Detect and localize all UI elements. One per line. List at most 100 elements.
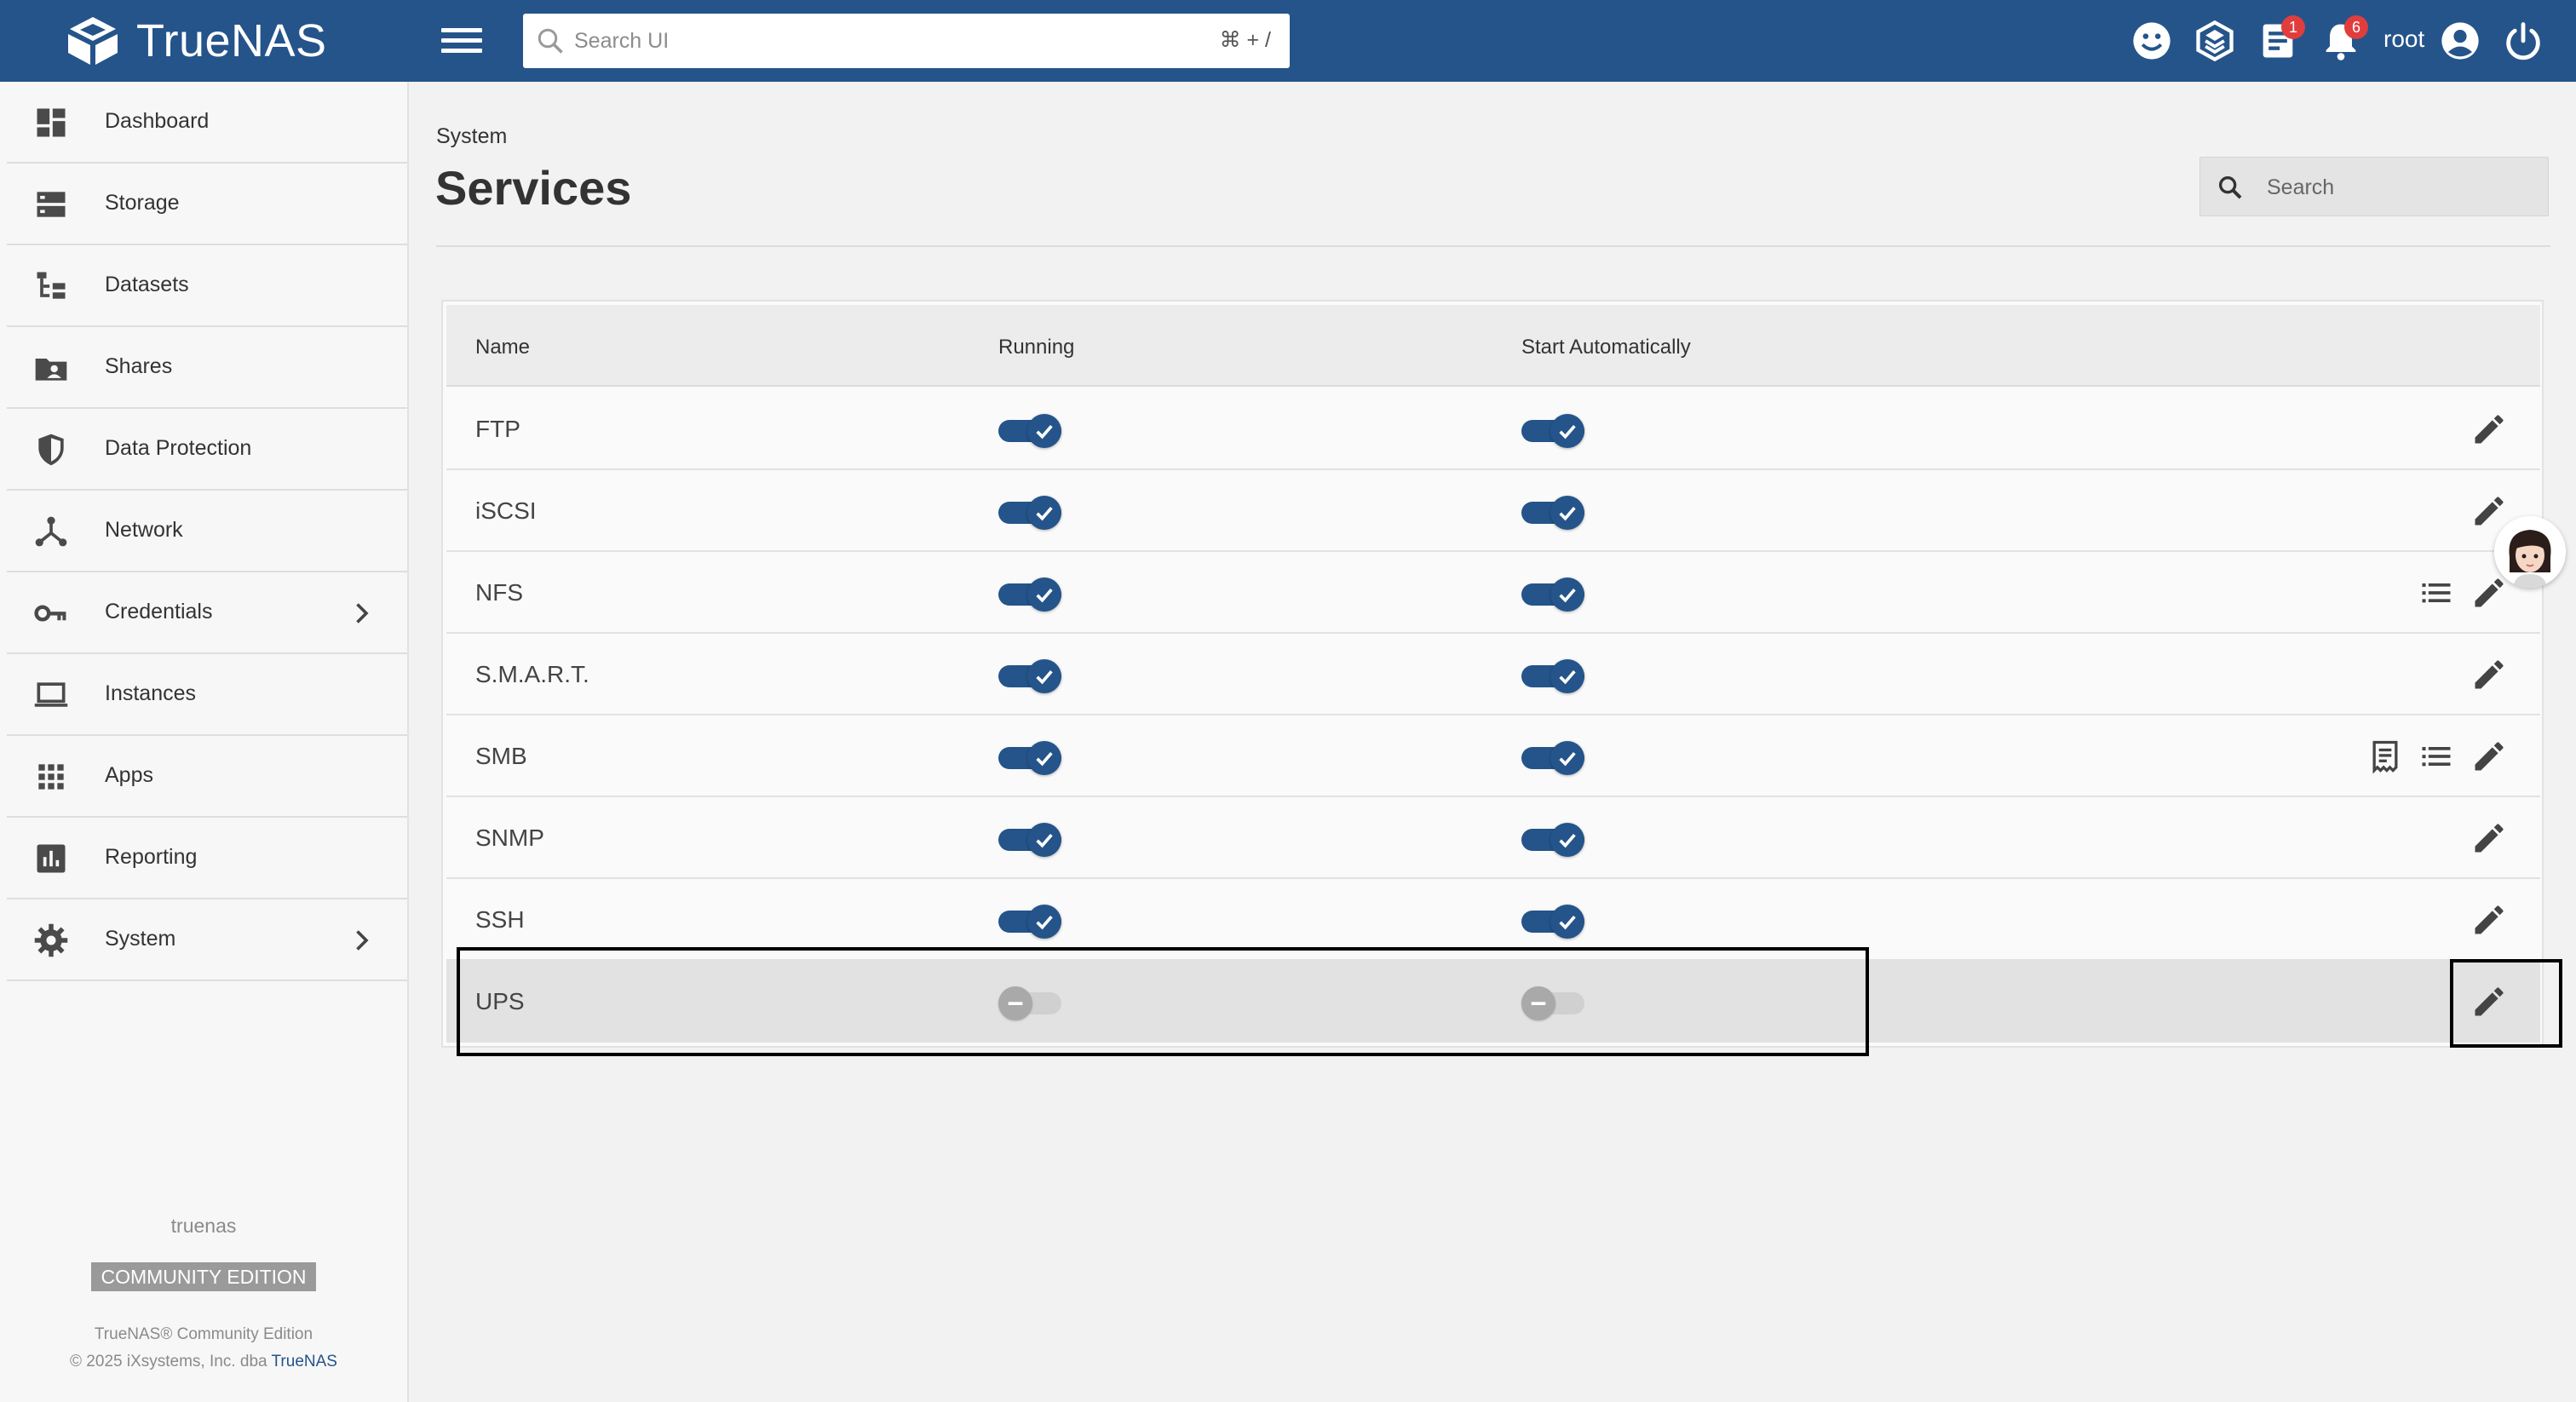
check-icon <box>1027 414 1061 448</box>
feedback-button[interactable] <box>2130 19 2174 63</box>
copyright-text: © 2025 iXsystems, Inc. dba <box>70 1353 272 1370</box>
column-header-name[interactable]: Name <box>475 336 530 359</box>
sidebar-item-label: Dashboard <box>105 109 210 133</box>
global-search-input[interactable] <box>574 22 1170 60</box>
breadcrumb[interactable]: System <box>436 124 507 149</box>
check-icon <box>1550 659 1584 693</box>
running-toggle[interactable] <box>998 577 1061 612</box>
edit-button[interactable] <box>2470 411 2508 448</box>
start-automatically-toggle[interactable] <box>1521 741 1584 775</box>
search-icon <box>538 28 563 54</box>
sidebar-item-datasets[interactable]: Datasets <box>7 245 407 327</box>
sessions-list-button[interactable] <box>2418 738 2455 775</box>
apps-grid-icon <box>32 758 70 796</box>
list-icon <box>2422 747 2451 767</box>
copyright-line-1: TrueNAS® Community Edition <box>94 1325 313 1343</box>
check-icon <box>1550 741 1584 775</box>
storage-icon <box>32 186 70 223</box>
edit-button[interactable] <box>2470 983 2508 1020</box>
pencil-icon <box>2475 824 2504 853</box>
sidebar-item-apps[interactable]: Apps <box>7 736 407 818</box>
edit-button[interactable] <box>2470 492 2508 530</box>
running-toggle[interactable] <box>998 741 1061 775</box>
running-toggle[interactable] <box>998 496 1061 530</box>
running-toggle[interactable] <box>998 659 1061 693</box>
search-icon <box>2218 175 2242 199</box>
power-button[interactable] <box>2501 19 2545 63</box>
chevron-right-icon <box>356 930 369 951</box>
start-automatically-toggle[interactable] <box>1521 577 1584 612</box>
running-toggle[interactable] <box>998 986 1061 1020</box>
truenas-logo[interactable]: TrueNAS <box>63 15 327 66</box>
column-header-running[interactable]: Running <box>998 336 1074 359</box>
page-title: Services <box>435 161 632 215</box>
reporting-icon <box>32 840 70 877</box>
laptop-icon <box>32 676 70 714</box>
sessions-list-button[interactable] <box>2418 574 2455 612</box>
sidebar-item-instances[interactable]: Instances <box>7 654 407 736</box>
sidebar-item-storage[interactable]: Storage <box>7 164 407 245</box>
edit-button[interactable] <box>2470 656 2508 693</box>
hostname-label: truenas <box>170 1215 237 1237</box>
jobs-button[interactable]: 1 <box>2256 15 2305 63</box>
start-automatically-toggle[interactable] <box>1521 414 1584 448</box>
receipt-icon <box>2372 740 2398 774</box>
sidebar: Dashboard Storage Datasets Shares Data P… <box>0 82 409 1402</box>
start-automatically-toggle[interactable] <box>1521 986 1584 1020</box>
sidebar-item-system[interactable]: System <box>7 899 407 981</box>
truecommand-button[interactable] <box>2193 19 2237 63</box>
check-icon <box>1027 823 1061 857</box>
key-icon <box>32 595 70 632</box>
table-row-ssh: SSH <box>446 879 2540 961</box>
running-toggle[interactable] <box>998 414 1061 448</box>
menu-icon-bar <box>441 38 482 43</box>
sidebar-item-label: Apps <box>105 763 153 787</box>
account-button[interactable] <box>2438 19 2482 63</box>
copyright-line-2: © 2025 iXsystems, Inc. dba TrueNAS <box>0 1353 407 1371</box>
table-header: Name Running Start Automatically <box>446 305 2540 387</box>
pencil-icon <box>2475 987 2504 1016</box>
truenas-link[interactable]: TrueNAS <box>272 1353 337 1370</box>
table-row-smb: SMB <box>446 715 2540 797</box>
chevron-right-icon <box>356 603 369 623</box>
edit-button[interactable] <box>2470 901 2508 939</box>
sidebar-item-network[interactable]: Network <box>7 491 407 572</box>
sidebar-item-data-protection[interactable]: Data Protection <box>7 409 407 491</box>
menu-toggle-button[interactable] <box>441 24 482 58</box>
service-name: NFS <box>475 579 523 606</box>
start-automatically-toggle[interactable] <box>1521 823 1584 857</box>
sidebar-item-reporting[interactable]: Reporting <box>7 818 407 899</box>
pencil-icon <box>2475 742 2504 771</box>
running-toggle[interactable] <box>998 823 1061 857</box>
check-icon <box>1550 823 1584 857</box>
start-automatically-toggle[interactable] <box>1521 905 1584 939</box>
audit-logs-button[interactable] <box>2366 738 2404 775</box>
start-automatically-toggle[interactable] <box>1521 496 1584 530</box>
check-icon <box>1027 905 1061 939</box>
service-name: SMB <box>475 743 527 769</box>
sidebar-item-label: Instances <box>105 681 197 705</box>
account-circle-icon <box>2441 22 2479 60</box>
edit-button[interactable] <box>2470 819 2508 857</box>
pencil-icon <box>2475 415 2504 444</box>
alerts-button[interactable]: 6 <box>2319 15 2368 63</box>
start-automatically-toggle[interactable] <box>1521 659 1584 693</box>
check-icon <box>1550 905 1584 939</box>
column-header-start-automatically[interactable]: Start Automatically <box>1521 336 1691 359</box>
table-row-smart: S.M.A.R.T. <box>446 634 2540 715</box>
avatar-icon <box>2494 516 2566 588</box>
sidebar-item-shares[interactable]: Shares <box>7 327 407 409</box>
edit-button[interactable] <box>2470 738 2508 775</box>
pencil-icon <box>2475 905 2504 934</box>
edit-button[interactable] <box>2470 574 2508 612</box>
running-toggle[interactable] <box>998 905 1061 939</box>
global-search[interactable]: ⌘ + / <box>523 14 1290 68</box>
services-search[interactable] <box>2199 157 2549 216</box>
sidebar-item-credentials[interactable]: Credentials <box>7 572 407 654</box>
service-name: SSH <box>475 906 525 933</box>
sidebar-item-dashboard[interactable]: Dashboard <box>7 82 407 164</box>
table-row-nfs: NFS <box>446 552 2540 634</box>
menu-icon-bar <box>441 49 482 53</box>
assistant-avatar[interactable] <box>2494 516 2566 588</box>
services-search-input[interactable] <box>2267 170 2531 205</box>
